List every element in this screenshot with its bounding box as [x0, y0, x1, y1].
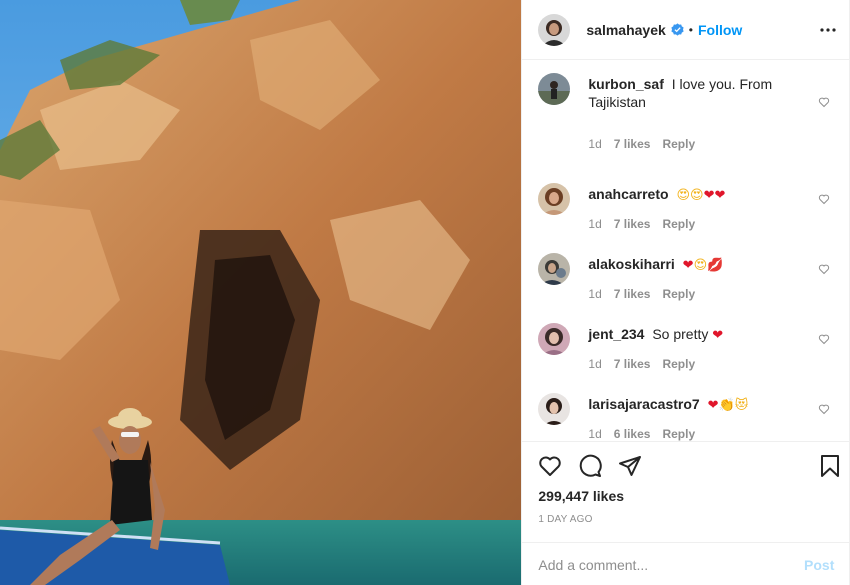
comment-input[interactable] [538, 556, 805, 573]
comment-like-icon[interactable] [818, 262, 830, 275]
share-icon[interactable] [618, 454, 642, 478]
bookmark-icon[interactable] [818, 454, 842, 478]
comment-text: So pretty [652, 326, 709, 342]
emoji-red-heart: ❤ [714, 188, 726, 203]
reply-button[interactable]: Reply [662, 137, 695, 151]
emoji-heart-eyes: 😍 [690, 188, 704, 203]
comment-body: kurbon_saf I love you. From Tajikistan [588, 75, 808, 111]
comment-like-icon[interactable] [818, 95, 830, 108]
comment-likes[interactable]: 6 likes [614, 427, 651, 441]
commenter-avatar[interactable] [538, 393, 571, 425]
comment-meta: 1d 6 likes Reply [588, 427, 695, 441]
comment-composer: Post [522, 542, 850, 585]
comment-item: larisajaracastro7 ❤👏😻 1d 6 likes Reply [522, 381, 850, 441]
comment-like-icon[interactable] [818, 192, 830, 205]
comment-body: anahcarreto 😍😍❤❤ [588, 185, 808, 205]
post-header: salmahayek • Follow [522, 0, 850, 60]
emoji-heart-eyes: 😍 [676, 188, 690, 203]
comment-meta: 1d 7 likes Reply [588, 217, 695, 231]
emoji-red-heart: ❤ [703, 188, 715, 203]
emoji-red-heart: ❤ [682, 258, 694, 273]
comment-meta: 1d 7 likes Reply [588, 357, 695, 371]
post-side-panel: salmahayek • Follow kurbon_saf I love yo… [521, 0, 850, 585]
emoji-heart-eyes: 😍 [693, 258, 708, 273]
commenter-username[interactable]: jent_234 [588, 326, 644, 342]
comment-meta: 1d 7 likes Reply [588, 137, 695, 151]
emoji-red-heart: ❤ [712, 328, 724, 343]
more-options-icon[interactable] [816, 18, 840, 42]
comment-likes[interactable]: 7 likes [614, 217, 651, 231]
comment-time: 1d [588, 287, 602, 301]
heart-icon[interactable] [538, 454, 562, 478]
comment-body: jent_234 So pretty ❤ [588, 325, 808, 345]
author-avatar[interactable] [538, 13, 571, 46]
instagram-post: salmahayek • Follow kurbon_saf I love yo… [0, 0, 850, 585]
reply-button[interactable]: Reply [662, 287, 695, 301]
commenter-avatar[interactable] [538, 253, 571, 285]
emoji-kiss-mark: 💋 [707, 258, 724, 273]
comment-item: kurbon_saf I love you. From Tajikistan 1… [522, 61, 850, 151]
comment-time: 1d [588, 357, 602, 371]
emoji-clapping-hands: 👏 [718, 398, 735, 413]
verified-badge-icon [671, 23, 684, 36]
commenter-avatar[interactable] [538, 73, 571, 105]
emoji-red-heart: ❤ [707, 398, 719, 413]
comment-body: alakoskiharri ❤😍💋 [588, 255, 808, 275]
commenter-username[interactable]: anahcarreto [588, 186, 668, 202]
comment-like-icon[interactable] [818, 332, 830, 345]
commenter-username[interactable]: kurbon_saf [588, 76, 663, 92]
reply-button[interactable]: Reply [662, 357, 695, 371]
comment-item: anahcarreto 😍😍❤❤ 1d 7 likes Reply [522, 171, 850, 241]
post-actions: 299,447 likes 1 DAY AGO Post [522, 441, 850, 585]
post-timestamp: 1 DAY AGO [538, 514, 593, 525]
post-comment-button[interactable]: Post [804, 557, 834, 573]
comment-item: alakoskiharri ❤😍💋 1d 7 likes Reply [522, 241, 850, 311]
comment-time: 1d [588, 427, 602, 441]
commenter-username[interactable]: larisajaracastro7 [588, 396, 699, 412]
emoji-heart-eyes-cat: 😻 [734, 398, 749, 413]
reply-button[interactable]: Reply [662, 427, 695, 441]
comment-time: 1d [588, 137, 602, 151]
comment-icon[interactable] [578, 454, 603, 478]
reply-button[interactable]: Reply [662, 217, 695, 231]
commenter-avatar[interactable] [538, 183, 571, 215]
commenter-avatar[interactable] [538, 323, 571, 355]
header-separator: • [688, 22, 693, 37]
comment-likes[interactable]: 7 likes [614, 357, 651, 371]
follow-button[interactable]: Follow [698, 22, 742, 38]
author-username[interactable]: salmahayek [586, 22, 665, 38]
comment-likes[interactable]: 7 likes [614, 137, 651, 151]
comments-list[interactable]: kurbon_saf I love you. From Tajikistan 1… [522, 61, 850, 441]
comment-meta: 1d 7 likes Reply [588, 287, 695, 301]
cliff-photo-image [0, 0, 522, 585]
commenter-username[interactable]: alakoskiharri [588, 256, 674, 272]
comment-item: jent_234 So pretty ❤ 1d 7 likes Reply [522, 311, 850, 381]
likes-count[interactable]: 299,447 likes [538, 488, 624, 504]
comment-time: 1d [588, 217, 602, 231]
comment-body: larisajaracastro7 ❤👏😻 [588, 395, 808, 415]
comment-like-icon[interactable] [818, 402, 830, 415]
comment-likes[interactable]: 7 likes [614, 287, 651, 301]
post-photo[interactable] [0, 0, 522, 585]
action-icons [538, 454, 642, 478]
